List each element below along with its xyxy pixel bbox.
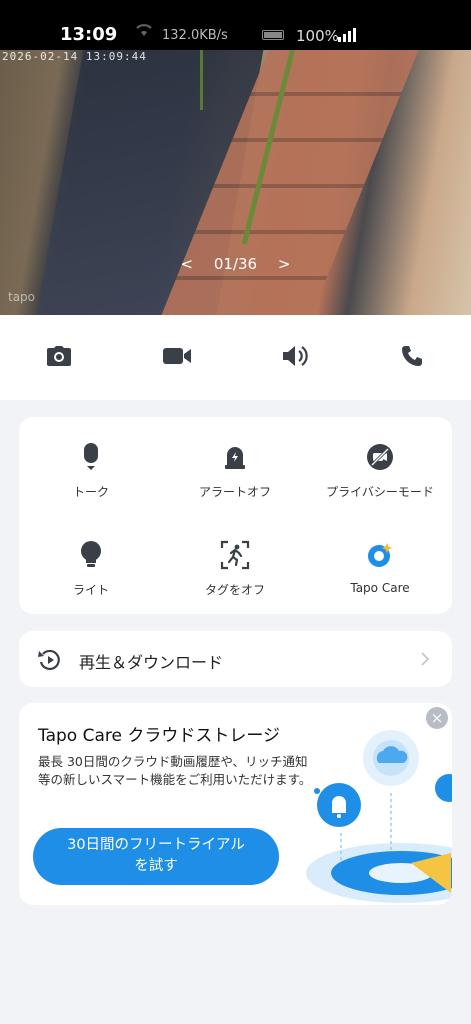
person-tracking-icon [163,539,307,571]
tapo-care-button[interactable]: Tapo Care [308,539,452,595]
alert-off-button[interactable]: アラートオフ [163,441,307,500]
chevron-right-icon [420,651,430,671]
battery-percent: 100% [296,27,339,45]
next-clip-button[interactable]: > [278,255,291,273]
free-trial-label-line1: 30日間のフリートライアル [67,837,245,853]
cloud-storage-illustration [291,723,452,905]
privacy-mode-button[interactable]: プライバシーモード [308,441,452,500]
control-bar [0,315,471,400]
camera-feed[interactable]: 2026-02-14 13:09:44 < 01/36 > tapo [0,50,471,315]
playback-download-row[interactable]: 再生＆ダウンロード [19,631,452,687]
camera-icon [46,345,72,371]
network-speed: 132.0KB/s [162,28,228,43]
alarm-bell-icon [163,441,307,473]
tapo-care-icon [308,539,452,571]
phone-icon [400,344,424,372]
tapo-care-label: Tapo Care [350,581,410,595]
promo-description: 最長 30日間のクラウド動画履歴や、リッチ通知等の新しいスマート機能をご利用いた… [38,754,312,787]
alert-off-label: アラートオフ [198,485,271,499]
playback-icon [37,648,63,676]
promo-title: Tapo Care クラウドストレージ [38,726,281,746]
status-time: 13:09 [60,24,118,45]
privacy-camera-off-icon [308,441,452,473]
clip-pager: < 01/36 > [0,255,471,273]
free-trial-button[interactable]: 30日間のフリートライアル を試す [33,828,279,885]
status-bar: 13:09 132.0KB/s 100% [0,0,471,50]
video-camera-icon [162,346,192,370]
clip-position: 01/36 [213,255,258,273]
prev-clip-button[interactable]: < [181,255,194,273]
cellular-signal-icon [338,28,356,42]
feed-image-stake [200,50,203,110]
playback-label: 再生＆ダウンロード [79,653,224,672]
tapo-care-promo: Tapo Care クラウドストレージ 最長 30日間のクラウド動画履歴や、リッ… [19,703,452,905]
battery-icon [262,30,284,40]
talk-button[interactable]: トーク [19,441,163,500]
talk-label: トーク [72,485,109,499]
tag-off-label: タグをオフ [204,583,265,597]
lightbulb-icon [19,539,163,571]
speaker-icon [281,344,309,372]
feature-grid: トーク アラートオフ プライバシーモード ライト タグをオフ Tapo Care [19,417,452,614]
record-button[interactable] [162,343,192,373]
tag-off-button[interactable]: タグをオフ [163,539,307,598]
feed-watermark: tapo [8,290,36,304]
microphone-icon [19,441,163,473]
call-button[interactable] [397,343,427,373]
feed-timestamp: 2026-02-14 13:09:44 [2,50,147,63]
speaker-button[interactable] [280,343,310,373]
snapshot-button[interactable] [44,343,74,373]
light-button[interactable]: ライト [19,539,163,598]
light-label: ライト [72,583,109,597]
privacy-mode-label: プライバシーモード [326,485,434,499]
free-trial-label-line2: を試す [134,858,178,874]
wifi-icon [134,22,154,42]
